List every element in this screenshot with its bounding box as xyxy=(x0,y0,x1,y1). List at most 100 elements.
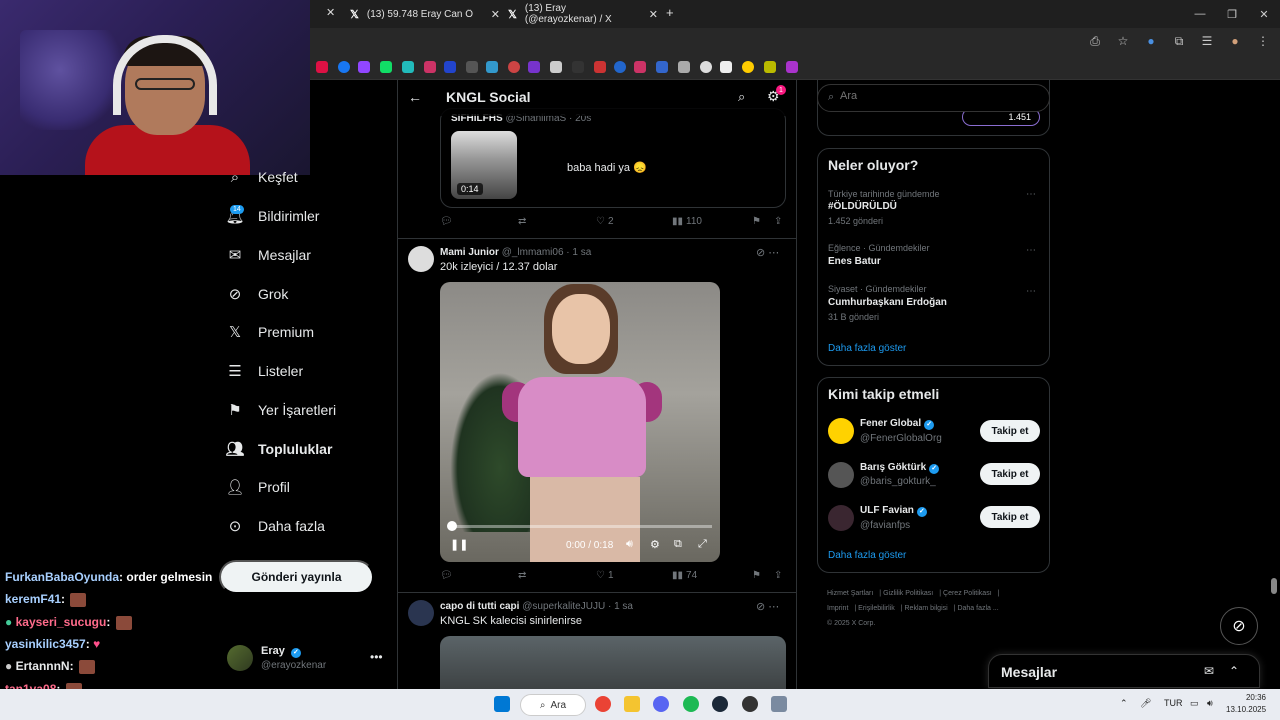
bookmark-icon[interactable] xyxy=(424,61,436,73)
sidebar-item-lists[interactable]: ☰ Listeler xyxy=(226,356,303,386)
language-indicator[interactable]: TUR xyxy=(1164,698,1183,708)
bookmark-icon[interactable] xyxy=(486,61,498,73)
maximize-icon[interactable]: ❐ xyxy=(1216,0,1248,28)
search-input[interactable] xyxy=(840,90,1030,102)
discord-icon[interactable] xyxy=(653,696,669,712)
monitor-icon[interactable]: ▭ xyxy=(1190,698,1199,709)
video-player[interactable]: ❚❚ 0:00 / 0:18 🔊︎ ⚙ ⧉ ⤢ xyxy=(440,282,720,562)
show-more-link[interactable]: Daha fazla göster xyxy=(828,343,906,354)
calculator-icon[interactable] xyxy=(771,696,787,712)
clock[interactable]: 20:36 13.10.2025 xyxy=(1226,692,1266,716)
bookmark-icon[interactable] xyxy=(594,61,606,73)
chevron-up-icon[interactable]: ⌃ xyxy=(1229,664,1239,678)
avatar[interactable] xyxy=(828,418,854,444)
pause-icon[interactable]: ❚❚ xyxy=(450,538,468,551)
views-icon[interactable]: ▮▮ 74 xyxy=(672,570,697,581)
tab-1[interactable]: 𝕏 (13) 59.748 Eray Can Özkenar F ✕ xyxy=(350,4,500,24)
bookmark-icon[interactable] xyxy=(700,61,712,73)
tab-close-icon[interactable]: ✕ xyxy=(649,8,658,21)
folder-icon[interactable] xyxy=(624,696,640,712)
bookmark-icon[interactable] xyxy=(614,61,626,73)
share-icon[interactable]: ⇪ xyxy=(774,570,782,581)
bookmark-icon[interactable] xyxy=(528,61,540,73)
extension-1-icon[interactable]: ● xyxy=(1144,34,1158,48)
account-name[interactable]: ULF Favian ✓ xyxy=(860,505,927,517)
spotify-icon[interactable] xyxy=(683,696,699,712)
bookmark-icon[interactable]: ⚑ xyxy=(752,570,761,581)
repost-icon[interactable]: ⇄ xyxy=(518,570,526,581)
volume-icon[interactable]: 🔊︎ xyxy=(626,538,633,551)
bookmark-icon[interactable] xyxy=(764,61,776,73)
steam-icon[interactable] xyxy=(712,696,728,712)
post-menu[interactable]: ⊘ ⋯ xyxy=(756,600,779,613)
settings-icon[interactable]: ⚙ xyxy=(650,538,660,551)
tab-2[interactable]: 𝕏 (13) Eray (@erayozkenar) / X ✕ xyxy=(508,3,658,25)
bookmark-icon[interactable] xyxy=(572,61,584,73)
bookmark-icon[interactable] xyxy=(380,61,392,73)
more-dots-icon[interactable]: ••• xyxy=(370,650,383,664)
windows-start-icon[interactable] xyxy=(494,696,510,712)
show-more-link[interactable]: Daha fazla göster xyxy=(828,550,906,561)
bookmark-icon[interactable] xyxy=(508,61,520,73)
video-scrubber[interactable] xyxy=(447,521,457,531)
trend-name[interactable]: Enes Batur xyxy=(828,256,881,267)
avatar[interactable] xyxy=(828,505,854,531)
follow-button[interactable]: Takip et xyxy=(980,506,1040,528)
post-button[interactable]: Gönderi yayınla xyxy=(219,560,374,594)
bookmark-icon[interactable] xyxy=(742,61,754,73)
share-icon[interactable]: ⇪ xyxy=(774,216,782,227)
pip-icon[interactable]: ⧉ xyxy=(674,538,682,551)
bookmark-icon[interactable] xyxy=(634,61,646,73)
obs-icon[interactable] xyxy=(742,696,758,712)
video-progress-bar[interactable] xyxy=(450,525,712,528)
avatar[interactable] xyxy=(408,600,434,626)
sidebar-item-bookmarks[interactable]: ⚑ Yer İşaretleri xyxy=(226,395,336,425)
media-icon[interactable]: ☰ xyxy=(1200,34,1214,48)
tab-close-icon[interactable]: ✕ xyxy=(326,6,335,19)
extensions-icon[interactable]: ⧉ xyxy=(1172,34,1186,48)
minimize-icon[interactable]: — xyxy=(1184,0,1216,28)
follow-button[interactable]: Takip et xyxy=(980,463,1040,485)
bookmark-icon[interactable] xyxy=(550,61,562,73)
reply-icon[interactable]: 💬︎ xyxy=(440,216,453,227)
profile-avatar-icon[interactable]: ● xyxy=(1228,34,1242,48)
search-icon[interactable]: ⌕ xyxy=(738,89,745,105)
star-icon[interactable]: ☆ xyxy=(1116,34,1130,48)
fullscreen-icon[interactable]: ⤢ xyxy=(698,538,707,551)
bookmark-icon[interactable] xyxy=(720,61,732,73)
account-name[interactable]: Fener Global ✓ xyxy=(860,418,935,430)
quoted-post[interactable]: SIFHILFHS @SihanlimaS · 20s 0:14 baba ha… xyxy=(440,108,786,208)
avatar[interactable] xyxy=(408,246,434,272)
search-box[interactable]: ⌕ xyxy=(817,84,1050,112)
compose-message-icon[interactable]: ✉ xyxy=(1204,664,1214,678)
bookmark-icon[interactable] xyxy=(656,61,668,73)
bookmark-icon[interactable] xyxy=(316,61,328,73)
like-icon[interactable]: ♡ 1 xyxy=(596,570,614,581)
repost-icon[interactable]: ⇄ xyxy=(518,216,526,227)
sidebar-item-grok[interactable]: ⊘ Grok xyxy=(226,279,289,309)
bookmark-icon[interactable] xyxy=(338,61,350,73)
post-menu[interactable]: ⊘ ⋯ xyxy=(756,246,779,259)
follow-button[interactable]: Takip et xyxy=(980,420,1040,442)
menu-dots-icon[interactable]: ⋮ xyxy=(1256,34,1270,48)
bookmark-icon[interactable]: ⚑ xyxy=(752,216,761,227)
more-dots-icon[interactable]: ⋯ xyxy=(1026,245,1036,256)
trend-name[interactable]: #ÖLDÜRÜLDÜ xyxy=(828,201,897,212)
avatar[interactable] xyxy=(828,462,854,488)
more-dots-icon[interactable]: ⋯ xyxy=(1026,286,1036,297)
sidebar-item-messages[interactable]: ✉ Mesajlar xyxy=(226,240,311,270)
sidebar-item-profile[interactable]: 👤︎ Profil xyxy=(225,472,289,502)
like-icon[interactable]: ♡ 2 xyxy=(596,216,614,227)
post-media[interactable] xyxy=(440,636,786,692)
tab-close-icon[interactable]: ✕ xyxy=(491,8,500,21)
messages-drawer[interactable]: Mesajlar ✉ ⌃ xyxy=(988,654,1260,688)
bookmark-icon[interactable] xyxy=(466,61,478,73)
bookmark-icon[interactable] xyxy=(402,61,414,73)
bookmark-icon[interactable] xyxy=(358,61,370,73)
chevron-up-icon[interactable]: ⌃ xyxy=(1120,698,1128,709)
chrome-icon[interactable] xyxy=(595,696,611,712)
close-window-icon[interactable]: ✕ xyxy=(1248,0,1280,28)
account-name[interactable]: Barış Göktürk ✓ xyxy=(860,462,940,474)
sidebar-item-premium[interactable]: 𝕏 Premium xyxy=(226,317,314,347)
mic-icon[interactable]: 🎤︎ xyxy=(1140,698,1151,709)
